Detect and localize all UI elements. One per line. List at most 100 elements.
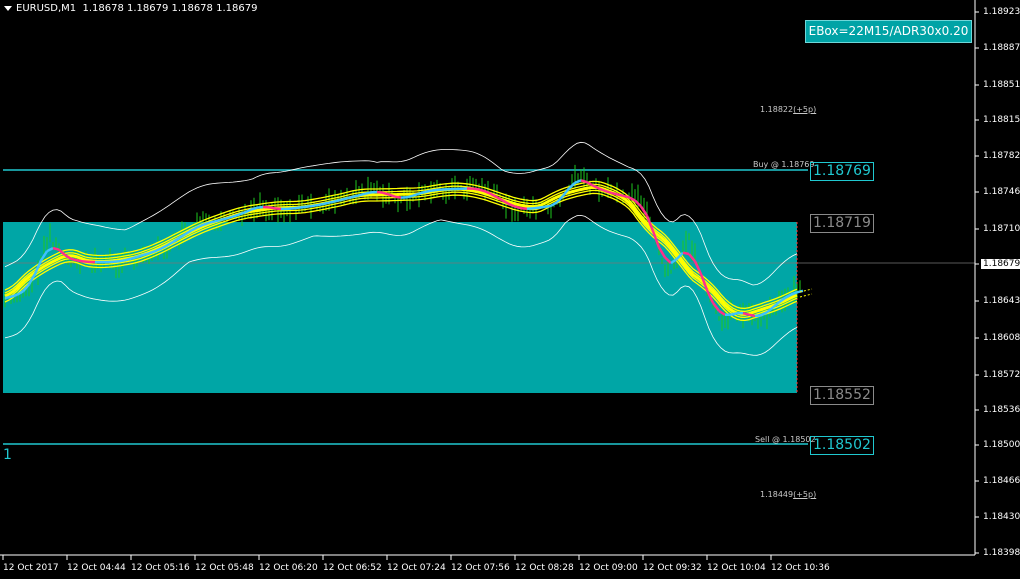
price-axis-label: 1.18643 (983, 296, 1020, 306)
trend-segment (472, 187, 480, 191)
trend-segment (52, 246, 60, 251)
price-axis-label: 1.18851 (983, 80, 1020, 90)
trend-segment (394, 195, 402, 199)
trend-segment (754, 314, 762, 318)
trend-segment (730, 311, 738, 316)
price-axis-label: 1.18572 (983, 370, 1020, 380)
trend-segment (112, 260, 120, 264)
trend-segment (298, 205, 306, 209)
trend-segment (226, 215, 234, 220)
trend-segment (346, 195, 354, 200)
time-axis-label: 12 Oct 06:52 (323, 563, 382, 573)
target-up-suffix: (+5p) (793, 105, 817, 114)
box-top-price-box[interactable]: 1.18719 (810, 214, 874, 233)
trend-segment (292, 206, 300, 210)
trend-segment (376, 190, 384, 195)
time-axis-label: 12 Oct 10:36 (771, 563, 830, 573)
symbol-label: EURUSD,M1 (16, 3, 77, 14)
trend-segment (610, 191, 618, 196)
price-axis-label: 1.18608 (983, 333, 1020, 343)
trend-segment (208, 220, 216, 225)
price-axis-label: 1.18923 (983, 7, 1020, 17)
trend-segment (304, 204, 312, 209)
trend-segment (742, 311, 750, 316)
trend-segment (544, 204, 552, 209)
trend-segment (250, 206, 258, 211)
trend-segment (358, 192, 366, 197)
trend-segment (124, 257, 132, 262)
box-bottom-price-box[interactable]: 1.18552 (810, 386, 874, 405)
trend-segment (406, 194, 414, 199)
time-axis-label: 12 Oct 08:28 (515, 563, 574, 573)
trend-segment (274, 207, 282, 211)
trend-segment (580, 179, 588, 184)
buy-price-box[interactable]: 1.18769 (810, 162, 874, 181)
projection-marker-2 (799, 293, 813, 298)
price-axis-label: 1.18466 (983, 476, 1020, 486)
time-axis-label: 12 Oct 09:32 (643, 563, 702, 573)
time-axis-label: 12 Oct 06:20 (259, 563, 318, 573)
price-axis-label: 1.18398 (983, 548, 1020, 558)
chart-header[interactable]: EURUSD,M1 1.18678 1.18679 1.18678 1.1867… (4, 3, 257, 14)
target-up-label: 1.18822(+5p) (760, 105, 816, 114)
trend-segment (478, 188, 486, 193)
trend-segment (322, 201, 330, 206)
trend-segment (382, 191, 390, 196)
time-axis-label: 12 Oct 07:56 (451, 563, 510, 573)
trend-segment (286, 207, 294, 211)
price-axis-label: 1.18746 (983, 187, 1020, 197)
time-axis-label: 12 Oct 04:44 (67, 563, 126, 573)
time-axis-label: 12 Oct 2017 (3, 563, 59, 573)
trend-segment (334, 198, 342, 203)
sell-price-box[interactable]: 1.18502 (810, 436, 874, 455)
trend-segment (352, 194, 360, 199)
time-axis-label: 12 Oct 05:48 (195, 563, 254, 573)
trend-segment (142, 252, 150, 257)
ohlc-values: 1.18678 1.18679 1.18678 1.18679 (82, 3, 258, 14)
target-down-suffix: (+5p) (793, 490, 817, 499)
price-axis-label: 1.18710 (983, 224, 1020, 234)
price-axis-label: 1.18782 (983, 151, 1020, 161)
trend-segment (316, 202, 324, 207)
price-axis-label: 1.18815 (983, 115, 1020, 125)
trend-segment (514, 205, 522, 210)
ebox-info-badge[interactable]: EBox=22M15/ADR30x0.20 (805, 20, 972, 43)
target-down-value: 1.18449 (760, 490, 794, 499)
trend-segment (82, 260, 90, 264)
price-axis-label: 1.18536 (983, 405, 1020, 415)
price-axis-label: 1.18500 (983, 440, 1020, 450)
price-axis-ticks (975, 11, 979, 554)
left-marker-number: 1 (3, 447, 12, 463)
trend-segment (310, 203, 318, 208)
target-up-value: 1.18822 (760, 105, 794, 114)
trend-segment (622, 194, 630, 199)
time-axis-ticks (2, 555, 772, 560)
trend-segment (130, 255, 138, 260)
trend-segment (418, 190, 426, 195)
trend-segment (256, 205, 264, 210)
ebox-rectangle[interactable] (3, 222, 797, 393)
trend-segment (136, 253, 144, 259)
trend-segment (538, 205, 546, 209)
trend-segment (4, 295, 12, 300)
trend-segment (748, 313, 756, 318)
trend-segment (70, 257, 78, 262)
chart-menu-chevron-down-icon[interactable] (4, 5, 12, 11)
time-axis-label: 12 Oct 09:00 (579, 563, 638, 573)
time-axis-label: 12 Oct 07:24 (387, 563, 446, 573)
trend-segment (574, 179, 582, 184)
trend-segment (214, 218, 222, 223)
trend-segment (118, 258, 126, 263)
buy-order-label: Buy @ 1.18769 (753, 160, 815, 169)
price-chart[interactable] (0, 0, 1020, 579)
trend-segment (496, 196, 504, 202)
trend-segment (616, 193, 624, 198)
trend-segment (682, 251, 690, 256)
trend-segment (220, 217, 228, 222)
trend-segment (520, 206, 528, 211)
trend-segment (424, 189, 432, 194)
price-axis-label: 1.18430 (983, 512, 1020, 522)
time-axis-label: 12 Oct 10:04 (707, 563, 766, 573)
trend-segment (328, 200, 336, 204)
trend-segment (532, 206, 540, 210)
